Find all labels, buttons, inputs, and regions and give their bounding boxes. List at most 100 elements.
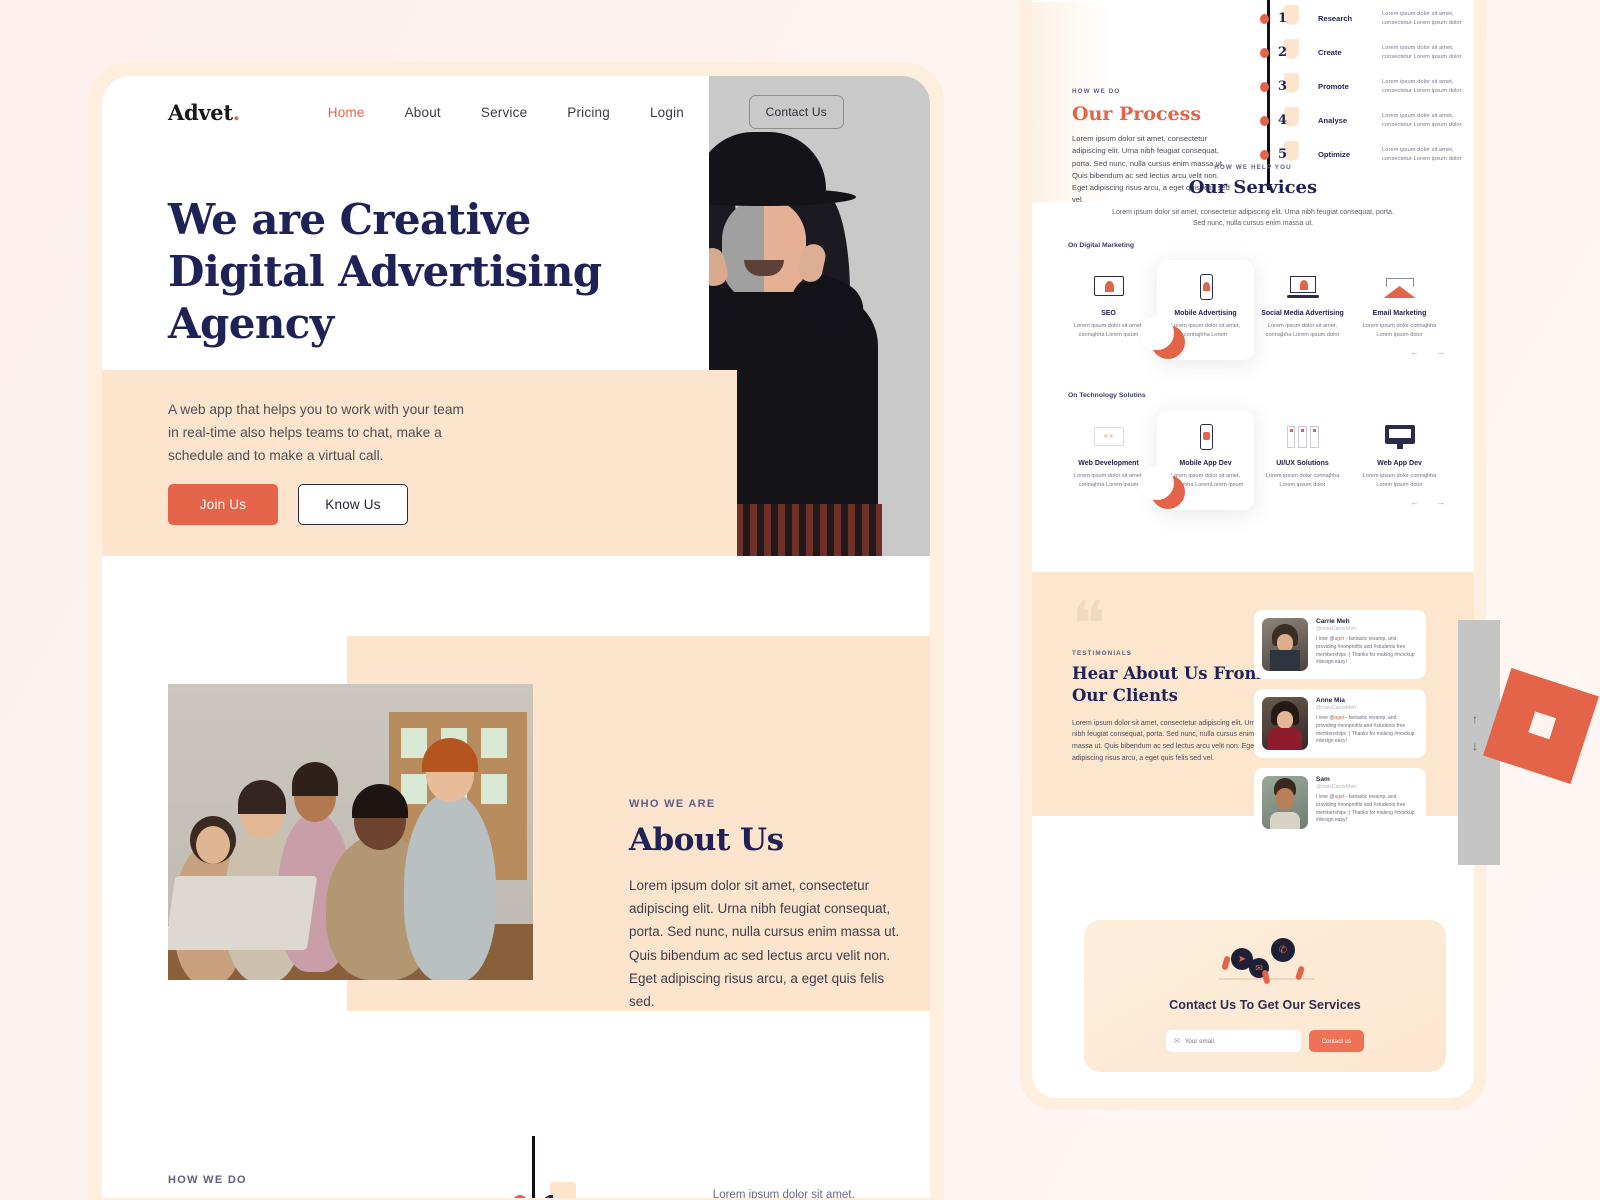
service-name: UI/UX Solutions [1276, 460, 1329, 467]
service-card-seo[interactable]: SEO Lorem ipsum dolor sit amet, corinajh… [1060, 260, 1157, 360]
avatar [1262, 776, 1308, 829]
testimonial-name: Carrie Meh [1316, 618, 1350, 625]
decorative-moon-shape [1140, 316, 1185, 359]
how-we-do-step-number: 1 [542, 1190, 576, 1198]
nav-link-about[interactable]: About [405, 105, 441, 120]
process-step-4: 4 Analyse Lorem ipsum dolor sit amet, co… [1260, 107, 1474, 130]
right-mockup-frame: HOW WE DO Our Process Lorem ipsum dolor … [1020, 0, 1486, 1110]
timeline-dot-icon [1260, 149, 1269, 160]
testimonial-card[interactable]: Sam @missCarrieMeh I love @aget - fantas… [1254, 768, 1426, 837]
service-card-web-app-dev[interactable]: Web App Dev Lorem ipsum dolor corinajhha… [1351, 410, 1448, 510]
process-step-label: Create [1318, 48, 1342, 58]
laptop-icon [1285, 274, 1321, 300]
process-step-5: 5 Optimize Lorem ipsum dolor sit amet, c… [1260, 141, 1474, 164]
brand-name: Advet [168, 99, 233, 125]
nav-links: Home About Service Pricing Login [328, 105, 684, 120]
services-group2-label: On Technology Solutins [1068, 392, 1146, 399]
mobile-phone-icon [1188, 274, 1224, 300]
process-eyebrow: HOW WE DO [1072, 88, 1121, 95]
testimonial-card-list: Carrie Meh @missCarrieMeh I love @aget -… [1254, 610, 1426, 847]
testimonial-mention-link[interactable]: aget [1334, 636, 1344, 642]
service-card-social-media-advertising[interactable]: Social Media Advertising Lorem ipsum dol… [1254, 260, 1351, 360]
brand-dot: . [232, 99, 240, 125]
nav-link-service[interactable]: Service [481, 105, 527, 120]
process-step-label: Analyse [1318, 116, 1348, 126]
process-step-number: 3 [1278, 79, 1288, 95]
next-arrow-icon[interactable]: → [1436, 347, 1445, 357]
join-us-button[interactable]: Join Us [168, 484, 278, 525]
process-step-number: 4 [1278, 113, 1288, 129]
testimonials-title-line1: Hear About Us From [1072, 664, 1262, 683]
service-desc: Lorem ipsum dolor sit amet, corinajhha L… [1073, 473, 1143, 488]
how-we-do-step: 1 Research Lorem ipsum dolor sit amet, c… [512, 1181, 883, 1198]
nav-link-login[interactable]: Login [650, 105, 684, 120]
how-we-do-step-desc: Lorem ipsum dolor sit amet, consectetur … [712, 1189, 855, 1198]
contact-illustration: ➤ ✉ ✆ [1205, 934, 1325, 988]
envelope-icon [1382, 274, 1418, 300]
testimonial-card[interactable]: Carrie Meh @missCarrieMeh I love @aget -… [1254, 610, 1426, 679]
page-root: Advet. Home About Service Pricing Login … [0, 0, 1600, 1200]
next-arrow-icon[interactable]: → [1436, 497, 1445, 507]
code-window-icon [1091, 424, 1127, 450]
hero-subtitle: A web app that helps you to work with yo… [168, 402, 465, 464]
left-mockup-frame: Advet. Home About Service Pricing Login … [88, 62, 944, 1200]
testimonial-name: Sam [1316, 776, 1330, 783]
service-card-web-development[interactable]: Web Development Lorem ipsum dolor sit am… [1060, 410, 1157, 510]
testimonial-mention-link[interactable]: aget [1334, 794, 1344, 800]
testimonial-handle: @missCarrieMeh [1316, 626, 1357, 632]
prev-arrow-icon[interactable]: ← [1410, 497, 1419, 507]
scroll-down-icon[interactable]: ↓ [1472, 739, 1478, 753]
know-us-button[interactable]: Know Us [298, 484, 408, 525]
about-team-photo [168, 684, 533, 980]
prev-arrow-icon[interactable]: ← [1410, 347, 1419, 357]
phone-icon: ✆ [1271, 938, 1295, 962]
cta-form: ✉ Contact us [1166, 1030, 1364, 1052]
monitor-icon [1382, 424, 1418, 450]
how-we-do-step-label: Research [610, 1197, 671, 1198]
nav-link-pricing[interactable]: Pricing [567, 105, 610, 120]
process-step-label: Promote [1318, 82, 1349, 92]
services-carousel-arrows-1: ← → [1410, 347, 1445, 357]
contact-cta-section: ➤ ✉ ✆ Contact Us To Get Our Services ✉ C… [1084, 920, 1446, 1072]
services-subtitle: Lorem ipsum dolor sit amet, consectetur … [1112, 209, 1394, 228]
testimonial-mention-link[interactable]: aget [1334, 715, 1344, 721]
services-eyebrow: HOW WE HELP YOU [1214, 164, 1292, 171]
about-body: Lorem ipsum dolor sit amet, consectetur … [629, 878, 900, 1010]
nav-link-home[interactable]: Home [328, 105, 365, 120]
email-field[interactable] [1184, 1037, 1293, 1045]
service-desc: Lorem ipsum dolor corinajhha Lorem ipsum… [1362, 323, 1437, 338]
services-row-digital-marketing: SEO Lorem ipsum dolor sit amet, corinajh… [1060, 260, 1470, 360]
testimonials-section: ❝ TESTIMONIALS Hear About Us From Our Cli… [1032, 572, 1474, 837]
process-title: Our Process [1072, 103, 1202, 125]
services-title: Our Services [1188, 177, 1318, 198]
service-name: Mobile App Dev [1179, 460, 1232, 467]
brand-logo[interactable]: Advet. [168, 100, 240, 125]
process-step-2: 2 Create Lorem ipsum dolor sit amet, con… [1260, 39, 1474, 62]
testimonials-text-block: TESTIMONIALS Hear About Us From Our Clien… [1072, 650, 1262, 765]
scroll-up-icon[interactable]: ↑ [1472, 712, 1478, 726]
timeline-dot-icon [1260, 115, 1269, 126]
timeline-dot-icon [1260, 47, 1269, 58]
cta-title: Contact Us To Get Our Services [1169, 998, 1361, 1012]
avatar [1262, 697, 1308, 750]
service-card-email-marketing[interactable]: Email Marketing Lorem ipsum dolor corina… [1351, 260, 1448, 360]
hero-title-line2: Digital Advertising [168, 247, 602, 297]
email-input-wrapper[interactable]: ✉ [1166, 1030, 1301, 1052]
services-group1-label: On Digital Marketing [1068, 242, 1135, 249]
service-desc: Lorem ipsum dolor corinajhha Lorem ipsum… [1362, 473, 1437, 488]
timeline-dot-icon [1260, 81, 1269, 92]
contact-us-submit-button[interactable]: Contact us [1309, 1030, 1364, 1052]
process-step-label: Research [1318, 14, 1353, 24]
testimonial-card[interactable]: Anne Mia @missCarrieMeh I love @aget - f… [1254, 689, 1426, 758]
diamond-hole [1528, 711, 1557, 740]
testimonial-handle: @missCarrieMeh [1316, 705, 1357, 711]
process-step-desc: Lorem ipsum dolor sit amet, consectetur … [1382, 79, 1462, 94]
hero-actions: Join Us Know Us [168, 484, 408, 525]
service-card-uiux-solutions[interactable]: UI/UX Solutions Lorem ipsum dolor corina… [1254, 410, 1351, 510]
hero-model-illustration [709, 132, 930, 556]
contact-us-button[interactable]: Contact Us [748, 95, 844, 129]
how-we-do-eyebrow: HOW WE DO [168, 1174, 247, 1186]
timeline-dot-icon [1260, 13, 1269, 24]
about-eyebrow: WHO WE ARE [629, 798, 716, 810]
top-navigation: Advet. Home About Service Pricing Login … [102, 76, 930, 148]
